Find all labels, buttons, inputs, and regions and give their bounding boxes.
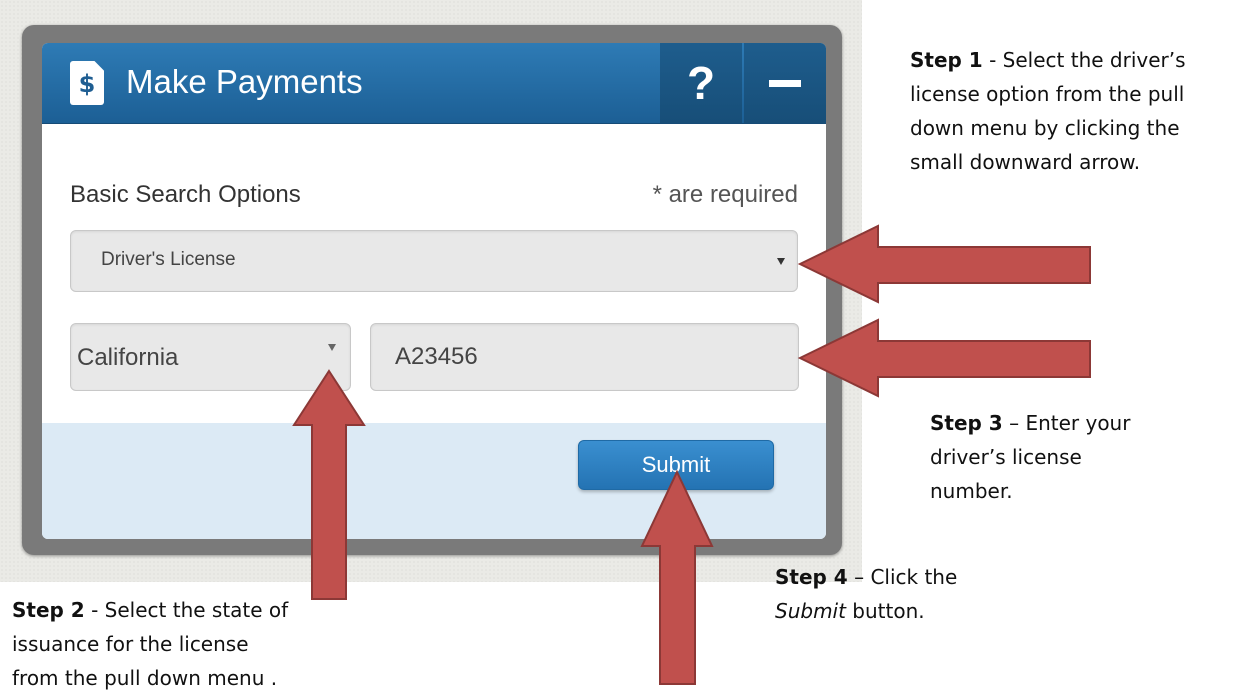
search-type-select[interactable]: Driver's License	[70, 230, 798, 292]
step2-instruction: Step 2 - Select the state of issuance fo…	[12, 593, 297, 695]
chevron-down-icon[interactable]	[777, 258, 785, 265]
step2-label: Step 2	[12, 598, 85, 622]
required-note: * are required	[652, 181, 798, 208]
step4-instruction: Step 4 – Click the Submit button.	[775, 560, 1015, 628]
state-select[interactable]: California	[70, 323, 351, 391]
header-actions: ?	[660, 43, 826, 123]
widget-header: $ Make Payments ?	[42, 43, 826, 124]
step1-label: Step 1	[910, 48, 983, 72]
tutorial-page: $ Make Payments ? Basic Search Options *…	[0, 0, 1247, 699]
step4-text-before: – Click the	[847, 565, 958, 589]
state-value: California	[77, 344, 179, 371]
help-icon: ?	[686, 57, 716, 109]
minimize-icon	[769, 79, 801, 87]
widget-title: Make Payments	[126, 63, 363, 100]
step4-text-after: button.	[845, 599, 925, 623]
step4-italic-text: Submit	[775, 599, 846, 623]
step3-instruction: Step 3 – Enter your driver’s license num…	[930, 406, 1170, 508]
section-title: Basic Search Options	[70, 181, 301, 208]
license-number-input[interactable]	[370, 323, 799, 391]
step1-instruction: Step 1 - Select the driver’s license opt…	[910, 43, 1235, 179]
minimize-button[interactable]	[744, 43, 826, 123]
dollar-document-icon: $	[70, 61, 104, 105]
submit-button[interactable]: Submit	[578, 440, 774, 490]
widget-footer: Submit	[42, 423, 826, 539]
make-payments-widget: $ Make Payments ? Basic Search Options *…	[42, 43, 826, 539]
step4-label: Step 4	[775, 565, 848, 589]
dollar-sign: $	[78, 70, 96, 98]
search-type-value: Driver's License	[101, 249, 236, 270]
chevron-down-icon[interactable]	[328, 344, 336, 351]
help-button[interactable]: ?	[660, 43, 742, 123]
step3-label: Step 3	[930, 411, 1003, 435]
